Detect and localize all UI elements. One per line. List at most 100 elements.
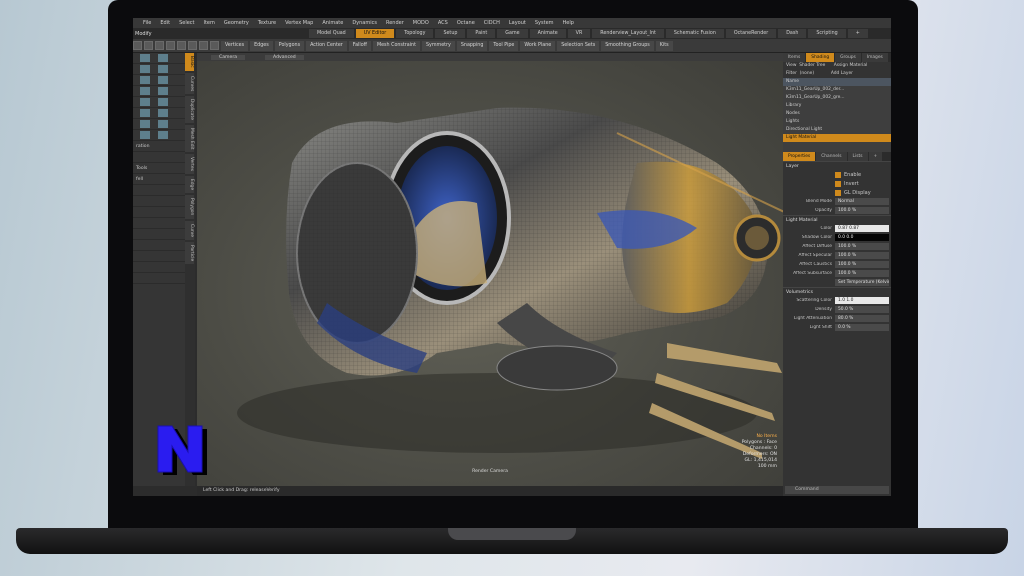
layout-tab[interactable]: Scripting — [808, 29, 846, 38]
property-value[interactable]: 80.0 % — [835, 315, 889, 322]
left-panel-row[interactable] — [133, 262, 185, 273]
checkbox-row[interactable]: GL Display — [783, 188, 891, 197]
tool-icon[interactable] — [166, 41, 175, 50]
tool-icon[interactable] — [158, 65, 168, 73]
layout-tab[interactable]: VR — [567, 29, 591, 38]
3d-viewport[interactable]: Camera Advanced No Items Polygons : Face Ch… — [197, 53, 783, 486]
layout-tab[interactable]: Schematic Fusion — [665, 29, 724, 38]
viewport-tab[interactable]: Advanced — [265, 54, 304, 60]
menu-item[interactable]: File — [143, 20, 151, 26]
vertical-tab[interactable]: Particle — [185, 241, 194, 264]
tool-icon[interactable] — [188, 41, 197, 50]
left-panel-row[interactable] — [133, 273, 185, 284]
menu-item[interactable]: Dynamics — [352, 20, 377, 26]
property-value[interactable]: 0.0 0.0 — [835, 234, 889, 241]
property-value[interactable]: 0.87 0.87 — [835, 225, 889, 232]
property-value[interactable]: 100.0 % — [835, 207, 889, 214]
left-panel-row[interactable] — [133, 53, 185, 64]
menu-item[interactable]: Geometry — [224, 20, 249, 26]
properties-tab[interactable]: Properties — [783, 152, 816, 161]
property-value[interactable]: 100.0 % — [835, 261, 889, 268]
left-panel-row[interactable] — [133, 229, 185, 240]
tree-item[interactable]: Library — [783, 102, 891, 110]
left-panel-row[interactable] — [133, 119, 185, 130]
property-value[interactable]: 100.0 % — [835, 270, 889, 277]
checkbox-row[interactable]: Invert — [783, 179, 891, 188]
property-value[interactable]: 1.0 1.0 — [835, 297, 889, 304]
tool-icon[interactable] — [140, 98, 150, 106]
menu-item[interactable]: Select — [179, 20, 194, 26]
tree-item[interactable]: Light Material — [783, 134, 891, 142]
menu-item[interactable]: Animate — [322, 20, 343, 26]
left-panel-row[interactable]: ration — [133, 141, 185, 152]
tree-item[interactable]: Directional Light — [783, 126, 891, 134]
vertical-tab[interactable]: Edge — [185, 176, 194, 194]
layout-tab[interactable]: Setup — [435, 29, 466, 38]
menu-item[interactable]: System — [535, 20, 554, 26]
tool-icon[interactable] — [133, 41, 142, 50]
left-panel-row[interactable] — [133, 97, 185, 108]
layout-tab[interactable]: Paint — [467, 29, 496, 38]
tool-icon[interactable] — [158, 76, 168, 84]
viewport-tab[interactable]: Camera — [211, 54, 246, 60]
left-panel-row[interactable] — [133, 218, 185, 229]
left-panel-row[interactable] — [133, 130, 185, 141]
layout-tab[interactable]: Animate — [529, 29, 566, 38]
tool-icon[interactable] — [158, 109, 168, 117]
toolbar-button[interactable]: Smoothing Groups — [601, 40, 654, 51]
vertical-tab[interactable]: Basic — [185, 53, 194, 71]
menu-item[interactable]: Vertex Map — [285, 20, 313, 26]
toolbar-button[interactable]: Polygons — [274, 40, 305, 51]
tool-icon[interactable] — [140, 109, 150, 117]
toolbar-button[interactable]: Kits — [655, 40, 673, 51]
vertical-tab[interactable]: Mesh Edit — [185, 124, 194, 153]
left-panel-row[interactable]: fell — [133, 174, 185, 185]
toolbar-button[interactable]: Falloff — [348, 40, 371, 51]
layout-tab[interactable]: Dash — [778, 29, 807, 38]
layout-tab[interactable]: Game — [497, 29, 528, 38]
left-panel-row[interactable] — [133, 251, 185, 262]
vertical-tab[interactable]: Polygon — [185, 195, 194, 219]
properties-tab[interactable]: + — [868, 152, 883, 161]
property-value[interactable]: 50.0 % — [835, 306, 889, 313]
checkbox-row[interactable]: Enable — [783, 170, 891, 179]
tool-icon[interactable] — [140, 76, 150, 84]
properties-tab[interactable]: Lists — [847, 152, 868, 161]
tool-icon[interactable] — [158, 87, 168, 95]
property-value[interactable]: Normal — [835, 198, 889, 205]
toolbar-button[interactable]: Mesh Constraint — [372, 40, 420, 51]
layout-tab[interactable]: + — [847, 29, 868, 38]
toolbar-button[interactable]: Tool Pipe — [489, 40, 519, 51]
tool-icon[interactable] — [140, 54, 150, 62]
menu-item[interactable]: Edit — [160, 20, 170, 26]
tree-item[interactable]: K3m11_GearUp_002_gre... — [783, 94, 891, 102]
property-value[interactable]: 0.0 % — [835, 324, 889, 331]
tool-icon[interactable] — [158, 98, 168, 106]
layout-tab[interactable]: OctaneRender — [725, 29, 777, 38]
menu-item[interactable]: Octane — [457, 20, 475, 26]
checkbox-checked[interactable] — [835, 171, 841, 178]
panel-tab[interactable]: Groups — [835, 53, 861, 62]
tool-icon[interactable] — [199, 41, 208, 50]
menu-item[interactable]: MODO — [413, 20, 429, 26]
toolbar-button[interactable]: Action Center — [306, 40, 347, 51]
tree-item[interactable]: Lights — [783, 118, 891, 126]
tool-icon[interactable] — [155, 41, 164, 50]
menu-item[interactable]: Texture — [258, 20, 276, 26]
menu-item[interactable]: Item — [204, 20, 215, 26]
layout-tab[interactable]: Model Quad — [309, 29, 354, 38]
menu-item[interactable]: ACS — [438, 20, 448, 26]
panel-tab[interactable]: Images — [861, 53, 888, 62]
command-input[interactable]: Command — [785, 486, 889, 494]
left-panel-row[interactable] — [133, 75, 185, 86]
left-panel-row[interactable]: Tools — [133, 163, 185, 174]
tool-icon[interactable] — [140, 65, 150, 73]
tool-icon[interactable] — [140, 87, 150, 95]
panel-tab[interactable]: Items — [783, 53, 806, 62]
toolbar-button[interactable]: Selection Sets — [557, 40, 600, 51]
tree-item[interactable]: Nodes — [783, 110, 891, 118]
layout-tab[interactable]: UV Editor — [355, 29, 395, 38]
toolbar-button[interactable]: Work Plane — [520, 40, 556, 51]
left-panel-row[interactable] — [133, 240, 185, 251]
assign-material-button[interactable]: Assign Material — [834, 63, 868, 68]
